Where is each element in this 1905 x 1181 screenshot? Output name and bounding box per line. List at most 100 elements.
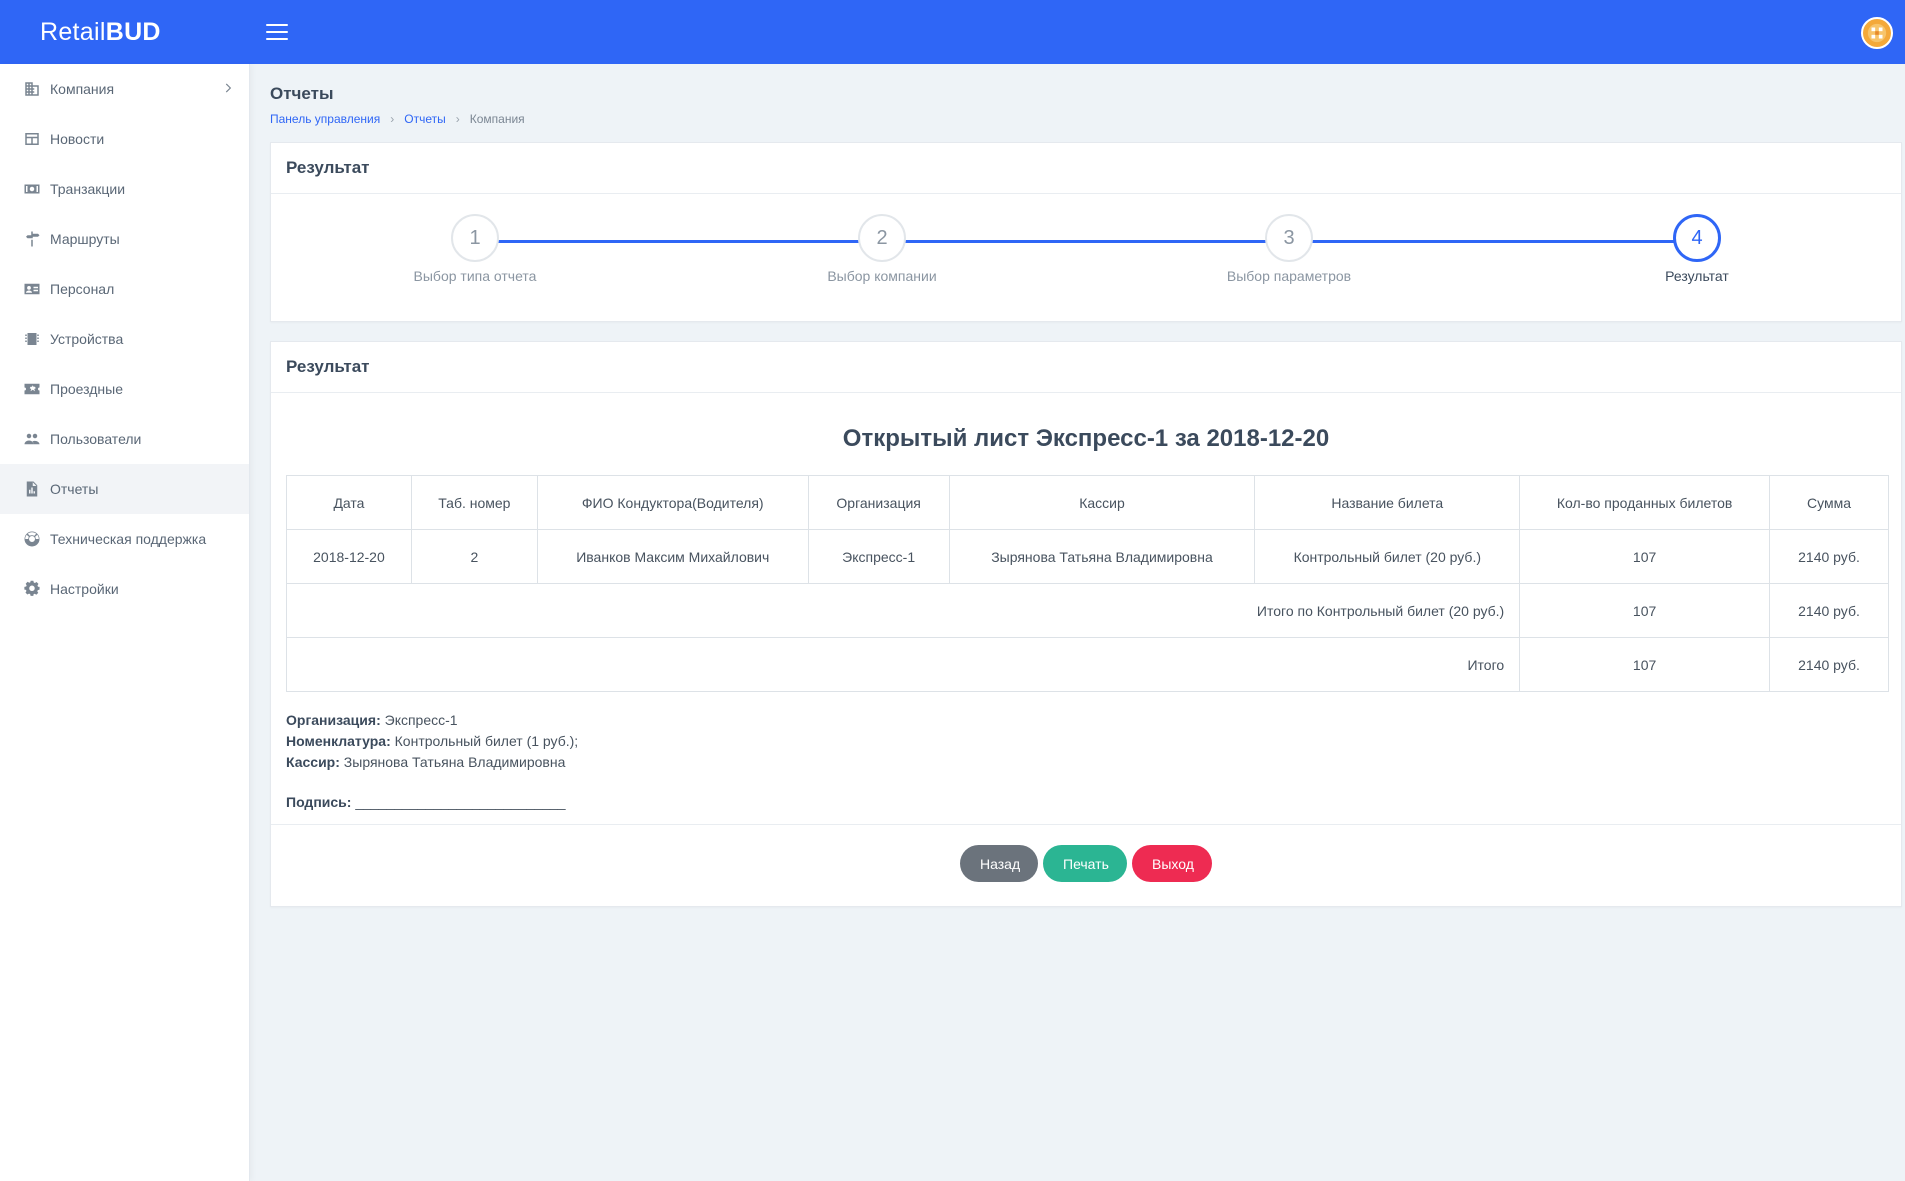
result-card: Результат Открытый лист Экспресс-1 за 20… <box>270 341 1902 907</box>
sidebar-item-news[interactable]: Новости <box>0 114 249 164</box>
table-cell: Иванков Максим Михайлович <box>536 529 809 584</box>
total-count: 107 <box>1519 637 1770 692</box>
table-header-row: Дата Таб. номер ФИО Кондуктора(Водителя)… <box>286 475 1889 530</box>
signature-line: Подпись: ___________________________ <box>286 794 566 810</box>
sidebar-item-label: Персонал <box>50 281 115 297</box>
report-icon <box>22 479 42 499</box>
user-avatar-icon <box>1867 23 1887 43</box>
meta-organization: Организация: Экспресс-1 <box>286 712 458 728</box>
id-card-icon <box>22 279 42 299</box>
sidebar-item-users[interactable]: Пользователи <box>0 414 249 464</box>
sidebar-item-label: Устройства <box>50 331 124 347</box>
column-header: Сумма <box>1769 475 1889 530</box>
wizard-stepper: 1 Выбор типа отчета 2 Выбор компании 3 В… <box>271 194 1901 322</box>
subtotal-row: Итого по Контрольный билет (20 руб.) 107… <box>285 583 1889 638</box>
total-label: Итого <box>285 637 1521 692</box>
column-header: ФИО Кондуктора(Водителя) <box>536 475 809 530</box>
total-sum: 2140 руб. <box>1769 637 1889 692</box>
wizard-card-header: Результат <box>271 143 1901 194</box>
total-row: Итого 107 2140 руб. <box>285 637 1889 692</box>
sidebar-item-passes[interactable]: Проездные <box>0 364 249 414</box>
table-cell: 2 <box>410 529 538 584</box>
step-number: 1 <box>451 214 499 262</box>
wizard-step-1[interactable]: 1 Выбор типа отчета <box>380 214 570 284</box>
users-icon <box>22 429 42 449</box>
subtotal-label: Итого по Контрольный билет (20 руб.) <box>285 583 1521 638</box>
menu-toggle-icon[interactable] <box>266 24 288 40</box>
table-cell: Зырянова Татьяна Владимировна <box>948 529 1256 584</box>
sidebar-item-label: Техническая поддержка <box>50 531 207 547</box>
report-meta: Организация: Экспресс-1 Номенклатура: Ко… <box>286 710 1901 773</box>
sidebar-item-label: Маршруты <box>50 231 120 247</box>
table-cell: Контрольный билет (20 руб.) <box>1254 529 1521 584</box>
column-header: Дата <box>286 475 412 530</box>
column-header: Кол-во проданных билетов <box>1519 475 1770 530</box>
sidebar-item-routes[interactable]: Маршруты <box>0 214 249 264</box>
sidebar-item-label: Пользователи <box>50 431 142 447</box>
action-buttons: Назад Печать Выход <box>271 845 1901 882</box>
step-label: Выбор типа отчета <box>413 268 537 284</box>
ticket-icon <box>22 379 42 399</box>
wizard-card: Результат 1 Выбор типа отчета 2 Выбор ко… <box>270 142 1902 322</box>
print-button[interactable]: Печать <box>1043 845 1127 882</box>
sidebar: Компания Новости Транзакции Маршруты Пер… <box>0 64 250 1181</box>
subtotal-count: 107 <box>1519 583 1770 638</box>
money-icon <box>22 179 42 199</box>
main-content: Отчеты Панель управления › Отчеты › Комп… <box>270 64 1902 907</box>
step-number: 2 <box>858 214 906 262</box>
column-header: Название билета <box>1254 475 1521 530</box>
gear-icon <box>22 579 42 599</box>
sidebar-item-label: Проездные <box>50 381 123 397</box>
table-cell: 2140 руб. <box>1769 529 1889 584</box>
table-row: 2018-12-20 2 Иванков Максим Михайлович Э… <box>286 529 1889 584</box>
brand-name-part1: Retail <box>40 17 106 46</box>
chevron-right-icon: › <box>455 112 460 126</box>
table-cell: 2018-12-20 <box>286 529 412 584</box>
sidebar-item-reports[interactable]: Отчеты <box>0 464 249 514</box>
column-header: Таб. номер <box>410 475 538 530</box>
result-card-header: Результат <box>271 342 1901 393</box>
sidebar-item-settings[interactable]: Настройки <box>0 564 249 614</box>
sidebar-item-label: Настройки <box>50 581 119 597</box>
sidebar-item-devices[interactable]: Устройства <box>0 314 249 364</box>
sidebar-item-label: Компания <box>50 81 115 97</box>
lifebuoy-icon <box>22 529 42 549</box>
breadcrumb-current: Компания <box>469 112 525 126</box>
back-button[interactable]: Назад <box>960 845 1038 882</box>
meta-nomenclature: Номенклатура: Контрольный билет (1 руб.)… <box>286 733 579 749</box>
sidebar-item-label: Отчеты <box>50 481 99 497</box>
top-bar: Retail BUD <box>0 0 1905 64</box>
wizard-step-4[interactable]: 4 Результат <box>1602 214 1792 284</box>
wizard-step-3[interactable]: 3 Выбор параметров <box>1194 214 1384 284</box>
table-cell: Экспресс-1 <box>807 529 950 584</box>
exit-button[interactable]: Выход <box>1132 845 1212 882</box>
breadcrumb-reports-link[interactable]: Отчеты <box>404 112 445 126</box>
sidebar-item-transactions[interactable]: Транзакции <box>0 164 249 214</box>
card-footer-divider <box>271 824 1901 825</box>
meta-cashier: Кассир: Зырянова Татьяна Владимировна <box>286 754 566 770</box>
report-title: Открытый лист Экспресс-1 за 2018-12-20 <box>842 425 1330 452</box>
page-title: Отчеты <box>270 84 334 103</box>
wizard-step-2[interactable]: 2 Выбор компании <box>787 214 977 284</box>
breadcrumb-dashboard-link[interactable]: Панель управления <box>270 112 380 126</box>
step-number: 3 <box>1265 214 1313 262</box>
step-label: Выбор компании <box>827 268 937 284</box>
sidebar-item-company[interactable]: Компания <box>0 64 249 114</box>
chip-icon <box>22 329 42 349</box>
signpost-icon <box>22 229 42 249</box>
brand-name-part2: BUD <box>105 17 161 46</box>
sidebar-item-label: Новости <box>50 131 105 147</box>
sidebar-item-support[interactable]: Техническая поддержка <box>0 514 249 564</box>
chevron-right-icon: › <box>390 112 395 126</box>
step-label: Выбор параметров <box>1226 268 1352 284</box>
news-icon <box>22 129 42 149</box>
sidebar-item-staff[interactable]: Персонал <box>0 264 249 314</box>
step-number: 4 <box>1673 214 1721 262</box>
column-header: Кассир <box>948 475 1256 530</box>
step-label: Результат <box>1665 268 1729 284</box>
chevron-right-icon <box>225 83 232 93</box>
brand-logo[interactable]: Retail BUD <box>0 0 250 64</box>
sidebar-item-label: Транзакции <box>50 181 126 197</box>
building-icon <box>22 79 42 99</box>
avatar[interactable] <box>1861 17 1893 49</box>
